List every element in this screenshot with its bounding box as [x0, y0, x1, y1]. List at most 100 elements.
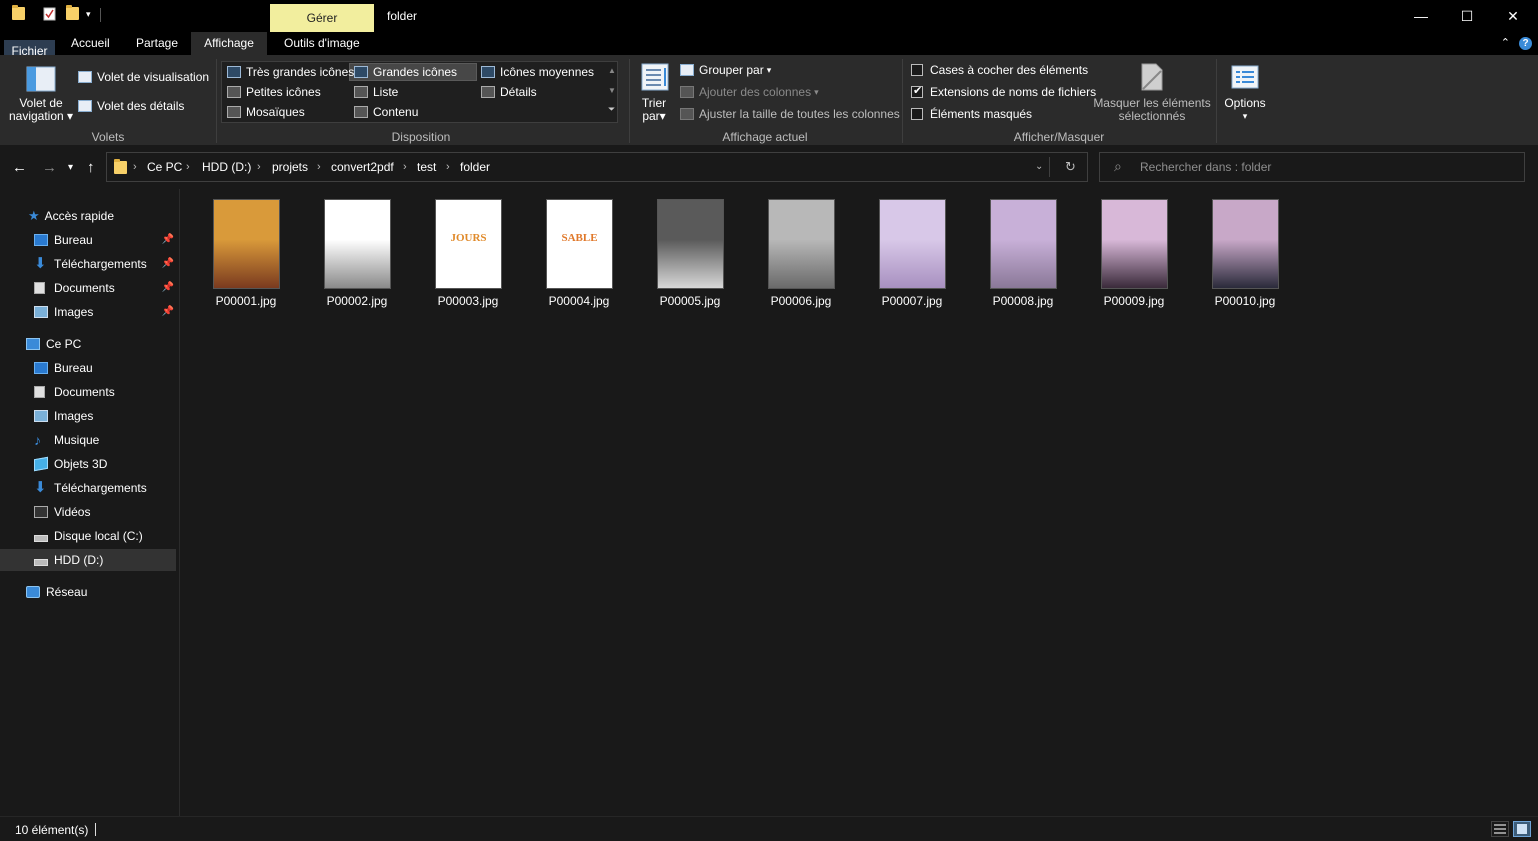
- sidebar-item-hdd[interactable]: HDD (D:): [0, 549, 176, 571]
- item-checkboxes-toggle[interactable]: Cases à cocher des éléments: [911, 63, 1088, 77]
- sidebar-this-pc[interactable]: Ce PC: [0, 333, 176, 355]
- folder-location-icon: [114, 159, 127, 177]
- file-item[interactable]: P00009.jpg: [1082, 197, 1186, 313]
- fit-columns-button[interactable]: Ajuster la taille de toutes les colonnes: [680, 107, 900, 121]
- sort-by-button[interactable]: Trier par▾: [638, 97, 670, 123]
- file-item[interactable]: SABLE P00004.jpg: [527, 197, 631, 313]
- sidebar-quick-access[interactable]: ★ Accès rapide: [0, 205, 176, 227]
- maximize-button[interactable]: ☐: [1444, 0, 1490, 32]
- file-extensions-toggle[interactable]: Extensions de noms de fichiers: [911, 84, 1096, 99]
- layout-scroll-down-icon[interactable]: ▼: [608, 86, 616, 95]
- search-box[interactable]: ⌕ Rechercher dans : folder: [1099, 152, 1525, 182]
- refresh-icon[interactable]: ↻: [1065, 159, 1076, 175]
- navigation-pane-icon[interactable]: [26, 66, 56, 95]
- address-history-icon[interactable]: ⌄: [1035, 161, 1043, 172]
- hidden-items-checkbox[interactable]: [911, 108, 923, 120]
- new-folder-icon[interactable]: [66, 5, 79, 20]
- layout-content[interactable]: Contenu: [354, 105, 418, 119]
- breadcrumb-projets[interactable]: projets: [272, 160, 308, 174]
- group-divider: [216, 59, 217, 143]
- hide-selected-icon[interactable]: [1140, 62, 1164, 95]
- file-item[interactable]: JOURS P00003.jpg: [416, 197, 520, 313]
- breadcrumb-folder[interactable]: folder: [460, 160, 490, 174]
- layout-medium-icons[interactable]: Icônes moyennes: [481, 65, 594, 79]
- help-icon[interactable]: ?: [1519, 37, 1532, 50]
- tab-home[interactable]: Accueil: [61, 32, 120, 55]
- close-button[interactable]: ✕: [1490, 0, 1536, 32]
- breadcrumb-hdd[interactable]: HDD (D:): [202, 160, 251, 174]
- sort-by-icon[interactable]: [641, 63, 669, 94]
- large-icons-view-button[interactable]: [1513, 821, 1531, 837]
- pin-icon[interactable]: 📌: [162, 258, 174, 269]
- layout-scroll-up-icon[interactable]: ▲: [608, 66, 616, 75]
- layout-details[interactable]: Détails: [481, 85, 537, 99]
- sidebar-item-pc-downloads[interactable]: ⬇ Téléchargements: [0, 477, 176, 499]
- forward-arrow-icon[interactable]: →: [42, 159, 57, 176]
- minimize-button[interactable]: —: [1398, 0, 1444, 32]
- preview-pane-button[interactable]: Volet de visualisation: [78, 70, 209, 84]
- back-arrow-icon[interactable]: ←: [12, 159, 27, 176]
- layout-small-icons[interactable]: Petites icônes: [227, 85, 321, 99]
- recent-locations-icon[interactable]: ▾: [68, 162, 73, 173]
- address-bar[interactable]: › Ce PC › HDD (D:) › projets › convert2p…: [106, 152, 1088, 182]
- navigation-pane-button[interactable]: Volet de navigation ▾: [9, 97, 73, 123]
- breadcrumb-this-pc[interactable]: Ce PC: [147, 160, 182, 174]
- download-icon: ⬇: [34, 479, 47, 496]
- sidebar-item-pc-desktop[interactable]: Bureau: [0, 357, 176, 379]
- options-button[interactable]: Options ▾: [1220, 97, 1270, 123]
- hidden-items-toggle[interactable]: Éléments masqués: [911, 107, 1032, 121]
- group-by-button[interactable]: Grouper par ▾: [680, 63, 771, 77]
- list-icon: [354, 86, 368, 98]
- context-tab-manage[interactable]: Gérer: [270, 4, 374, 32]
- sidebar-item-images[interactable]: Images 📌: [0, 301, 176, 323]
- sidebar-item-pc-images[interactable]: Images: [0, 405, 176, 427]
- properties-icon[interactable]: [43, 7, 56, 21]
- sidebar-item-downloads[interactable]: ⬇ Téléchargements 📌: [0, 253, 176, 275]
- sidebar-network[interactable]: Réseau: [0, 581, 176, 603]
- layout-large-icons[interactable]: Grandes icônes: [354, 65, 457, 79]
- file-item[interactable]: P00006.jpg: [749, 197, 853, 313]
- details-view-button[interactable]: [1491, 821, 1509, 837]
- tab-share[interactable]: Partage: [126, 32, 188, 55]
- status-bar: 10 élément(s): [0, 816, 1538, 841]
- up-arrow-icon[interactable]: ↑: [87, 159, 95, 176]
- sidebar-item-pc-documents[interactable]: Documents: [0, 381, 176, 403]
- add-columns-button[interactable]: Ajouter des colonnes ▾: [680, 85, 819, 99]
- file-item[interactable]: P00010.jpg: [1193, 197, 1297, 313]
- desktop-icon: [34, 362, 48, 374]
- sidebar-item-desktop[interactable]: Bureau 📌: [0, 229, 176, 251]
- layout-expand-icon[interactable]: ⏷: [608, 104, 615, 115]
- file-item[interactable]: P00002.jpg: [305, 197, 409, 313]
- sidebar-item-documents[interactable]: Documents 📌: [0, 277, 176, 299]
- breadcrumb-test[interactable]: test: [417, 160, 436, 174]
- breadcrumb-separator: ›: [186, 161, 190, 173]
- layout-list[interactable]: Liste: [354, 85, 398, 99]
- sidebar-item-videos[interactable]: Vidéos: [0, 501, 176, 523]
- sidebar-item-3d-objects[interactable]: Objets 3D: [0, 453, 176, 475]
- pin-icon[interactable]: 📌: [162, 234, 174, 245]
- layout-extra-large-icons[interactable]: Très grandes icônes: [227, 65, 354, 79]
- file-item[interactable]: P00005.jpg: [638, 197, 742, 313]
- customize-toolbar-icon[interactable]: ▾: [86, 9, 91, 20]
- collapse-ribbon-icon[interactable]: ⌃: [1501, 36, 1510, 49]
- layout-tiles[interactable]: Mosaïques: [227, 105, 305, 119]
- file-item[interactable]: P00008.jpg: [971, 197, 1075, 313]
- breadcrumb-convert2pdf[interactable]: convert2pdf: [331, 160, 394, 174]
- drive-icon: [34, 535, 48, 542]
- tab-view[interactable]: Affichage: [191, 32, 267, 55]
- details-pane-button[interactable]: Volet des détails: [78, 99, 184, 113]
- file-list[interactable]: P00001.jpg P00002.jpg JOURS P00003.jpg SABLE…: [181, 189, 1538, 816]
- breadcrumb-separator: ›: [257, 161, 261, 173]
- file-thumbnail: JOURS: [435, 199, 502, 289]
- sidebar-item-local-disk[interactable]: Disque local (C:): [0, 525, 176, 547]
- pin-icon[interactable]: 📌: [162, 306, 174, 317]
- pin-icon[interactable]: 📌: [162, 282, 174, 293]
- hide-selected-button[interactable]: Masquer les éléments sélectionnés: [1093, 97, 1210, 123]
- sidebar-item-music[interactable]: ♪ Musique: [0, 429, 176, 451]
- file-item[interactable]: P00001.jpg: [194, 197, 298, 313]
- item-checkboxes-checkbox[interactable]: [911, 64, 923, 76]
- options-icon[interactable]: [1231, 65, 1259, 92]
- file-extensions-checkbox[interactable]: [911, 84, 923, 98]
- file-item[interactable]: P00007.jpg: [860, 197, 964, 313]
- tab-picture-tools[interactable]: Outils d'image: [274, 32, 370, 55]
